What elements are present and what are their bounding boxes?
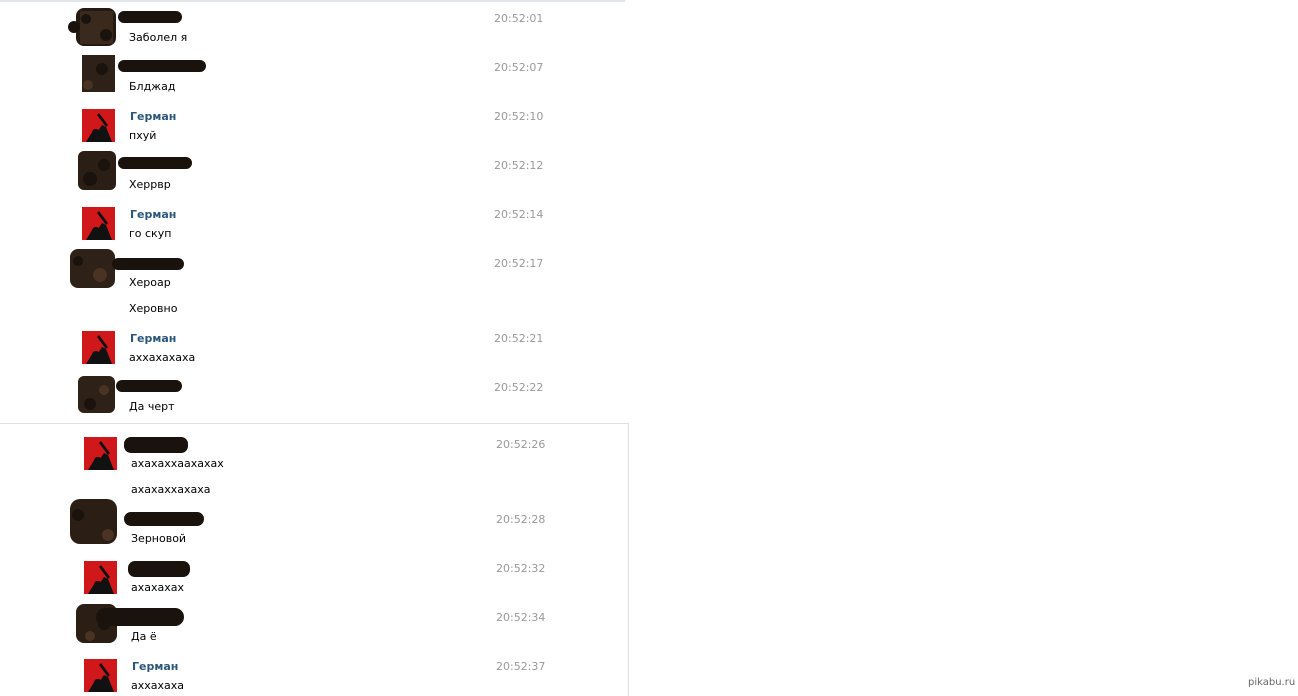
message-text: аххахаха (131, 679, 185, 692)
user-avatar[interactable] (84, 659, 117, 692)
message-time: 20:52:26 (496, 438, 546, 451)
message-text: Да ё (131, 630, 157, 643)
message-time: 20:52:14 (494, 208, 544, 221)
redacted-name-scribble (116, 378, 182, 398)
message-text: ахахахах (131, 581, 185, 594)
user-avatar[interactable] (82, 331, 115, 364)
message-time: 20:52:07 (494, 61, 544, 74)
message-text: Зерновой (131, 532, 187, 545)
sender-name[interactable]: Герман (130, 332, 176, 345)
message-text: го скуп (129, 227, 172, 240)
user-avatar[interactable] (84, 561, 117, 594)
message-time: 20:52:21 (494, 332, 544, 345)
redacted-name-scribble (96, 606, 184, 632)
sender-name[interactable]: Герман (130, 110, 176, 123)
watermark: pikabu.ru (1248, 677, 1296, 688)
message-time: 20:52:28 (496, 513, 546, 526)
redacted-name-scribble (128, 559, 190, 583)
user-avatar[interactable] (82, 109, 115, 142)
redacted-name-scribble (118, 155, 192, 175)
redacted-avatar[interactable] (78, 151, 116, 190)
user-avatar[interactable] (84, 437, 117, 470)
message-text: Херрвр (129, 178, 171, 191)
sender-name[interactable]: Герман (132, 660, 178, 673)
redacted-avatar[interactable] (70, 249, 115, 288)
message-time: 20:52:32 (496, 562, 546, 575)
redacted-name-scribble (118, 58, 206, 78)
message-time: 20:52:22 (494, 381, 544, 394)
message-text: Заболел я (129, 31, 188, 44)
message-text: ахахаххахаха (131, 483, 211, 496)
sender-name[interactable]: Герман (130, 208, 176, 221)
redacted-avatar[interactable] (78, 376, 115, 413)
message-text: Да черт (129, 400, 175, 413)
message-text: Блджад (129, 80, 176, 93)
redacted-name-scribble (112, 256, 184, 276)
redacted-avatar[interactable] (82, 55, 115, 92)
message-text: пхуй (129, 129, 157, 142)
message-time: 20:52:12 (494, 159, 544, 172)
message-text: ахахаххаахахах (131, 457, 224, 470)
user-avatar[interactable] (82, 207, 115, 240)
message-time: 20:52:01 (494, 12, 544, 25)
redacted-name-scribble (124, 435, 188, 459)
redacted-avatar[interactable] (68, 8, 116, 46)
redacted-name-scribble (124, 510, 204, 532)
redacted-avatar[interactable] (70, 499, 117, 544)
message-time: 20:52:37 (496, 660, 546, 673)
redacted-name-scribble (118, 9, 182, 28)
message-text: аххахахаха (129, 351, 196, 364)
message-time: 20:52:34 (496, 611, 546, 624)
message-text: Херовно (129, 302, 178, 315)
message-time: 20:52:17 (494, 257, 544, 270)
message-time: 20:52:10 (494, 110, 544, 123)
message-text: Хероар (129, 276, 171, 289)
